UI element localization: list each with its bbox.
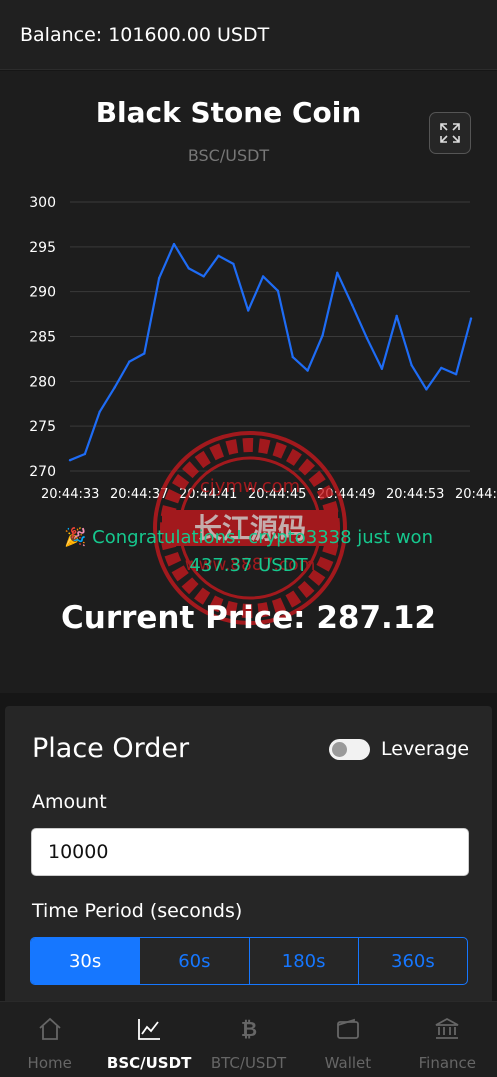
expand-icon <box>440 123 460 143</box>
price-point <box>395 314 398 318</box>
x-tick-label: 20:44:33 <box>41 487 99 502</box>
x-tick-label: 20:44:49 <box>317 487 375 502</box>
coin-pair: BSC/USDT <box>187 146 270 165</box>
y-tick-label: 275 <box>29 419 56 435</box>
y-tick-label: 290 <box>29 285 56 301</box>
tab-bsc-usdt[interactable]: BSC/USDT <box>99 1002 198 1077</box>
x-tick-label: 20:44:53 <box>386 487 444 502</box>
chart-line-icon <box>138 1019 161 1040</box>
leverage-label: Leverage <box>381 738 470 760</box>
y-tick-label: 295 <box>29 240 56 256</box>
price-point <box>440 366 443 370</box>
bitcoin-icon: ₿ <box>240 1017 256 1041</box>
tab-btc-usdt-label: BTC/USDT <box>210 1054 287 1072</box>
chart-x-axis: 20:44:33 20:44:37 20:44:41 20:44:45 20:44:49… <box>41 487 497 502</box>
price-point <box>68 459 72 462</box>
tab-home-label: Home <box>27 1054 72 1072</box>
price-point <box>365 337 369 340</box>
price-point <box>276 289 280 292</box>
wallet-icon <box>337 1018 359 1039</box>
x-tick-label: 20:44:45 <box>248 487 306 502</box>
price-point <box>128 360 131 363</box>
x-tick-label: 20:44:41 <box>179 487 237 502</box>
tab-wallet[interactable]: Wallet <box>298 1002 397 1077</box>
bottom-tab-bar: Home BSC/USDT ₿ BTC/USDT Wallet Finance <box>0 1001 497 1077</box>
chart-series <box>68 242 473 462</box>
home-icon <box>39 1017 61 1040</box>
toggle-knob <box>332 742 347 757</box>
tab-finance[interactable]: Finance <box>398 1002 497 1077</box>
period-30s-button[interactable]: 30s <box>31 938 140 984</box>
y-tick-label: 270 <box>29 464 56 480</box>
place-order-title: Place Order <box>32 733 190 764</box>
y-tick-label: 300 <box>29 195 56 211</box>
time-period-selector: 30s 60s 180s 360s <box>30 937 468 985</box>
winner-message: Congratulations! crypto3338 just won <box>92 527 433 548</box>
price-point <box>410 364 413 367</box>
coin-title: Black Stone Coin <box>95 96 362 129</box>
price-point <box>454 373 458 376</box>
price-point <box>351 303 354 307</box>
tab-home[interactable]: Home <box>0 1002 99 1077</box>
fullscreen-button[interactable] <box>429 112 471 154</box>
time-period-label: Time Period (seconds) <box>32 900 243 922</box>
tab-btc-usdt[interactable]: ₿ BTC/USDT <box>199 1002 298 1077</box>
price-point <box>291 355 294 359</box>
svg-text:₿: ₿ <box>240 1017 256 1041</box>
price-point <box>232 262 235 266</box>
tab-bsc-usdt-label: BSC/USDT <box>106 1054 192 1072</box>
price-point <box>321 334 324 337</box>
winner-ticker: 🎉 Congratulations! crypto3338 just won 4… <box>0 524 497 580</box>
price-point <box>306 369 309 372</box>
leverage-toggle[interactable] <box>329 739 370 760</box>
bank-icon <box>435 1017 459 1039</box>
top-header: Balance: 101600.00 USDT <box>0 0 497 70</box>
amount-label: Amount <box>32 791 107 813</box>
price-point <box>425 388 428 391</box>
amount-input[interactable] <box>31 828 469 876</box>
period-60s-button[interactable]: 60s <box>139 938 248 984</box>
price-series-line <box>69 243 473 462</box>
chart-grid <box>70 201 470 472</box>
y-tick-label: 285 <box>29 330 56 346</box>
winner-amount: 437.37 USDT <box>189 555 308 576</box>
price-point <box>172 242 176 246</box>
price-point <box>217 254 220 257</box>
price-chart: 300295290285280275270 20:44:33 20:44:37 20… <box>29 195 497 502</box>
price-point <box>336 271 339 274</box>
price-point <box>469 317 473 320</box>
price-point <box>98 410 101 413</box>
price-point <box>157 277 161 280</box>
price-point <box>83 452 87 456</box>
price-point <box>247 309 250 312</box>
party-icon: 🎉 <box>64 527 87 548</box>
y-tick-label: 280 <box>29 374 56 390</box>
period-360s-button[interactable]: 360s <box>357 938 467 984</box>
price-point <box>380 367 384 370</box>
tab-wallet-label: Wallet <box>324 1054 372 1072</box>
x-tick-label: 20:44:37 <box>110 487 168 502</box>
period-180s-button[interactable]: 180s <box>248 938 358 984</box>
chart-y-axis: 300 295 290 285 280 275 270 <box>29 195 56 480</box>
price-point <box>187 267 190 270</box>
price-point <box>113 386 116 389</box>
price-point <box>202 275 205 278</box>
current-price: Current Price: 287.12 <box>61 600 436 636</box>
x-tick-label: 20:44:57 <box>455 487 497 502</box>
tab-finance-label: Finance <box>418 1054 477 1072</box>
price-point <box>143 352 146 355</box>
balance-text: Balance: 101600.00 USDT <box>20 24 270 46</box>
price-point <box>261 275 265 278</box>
